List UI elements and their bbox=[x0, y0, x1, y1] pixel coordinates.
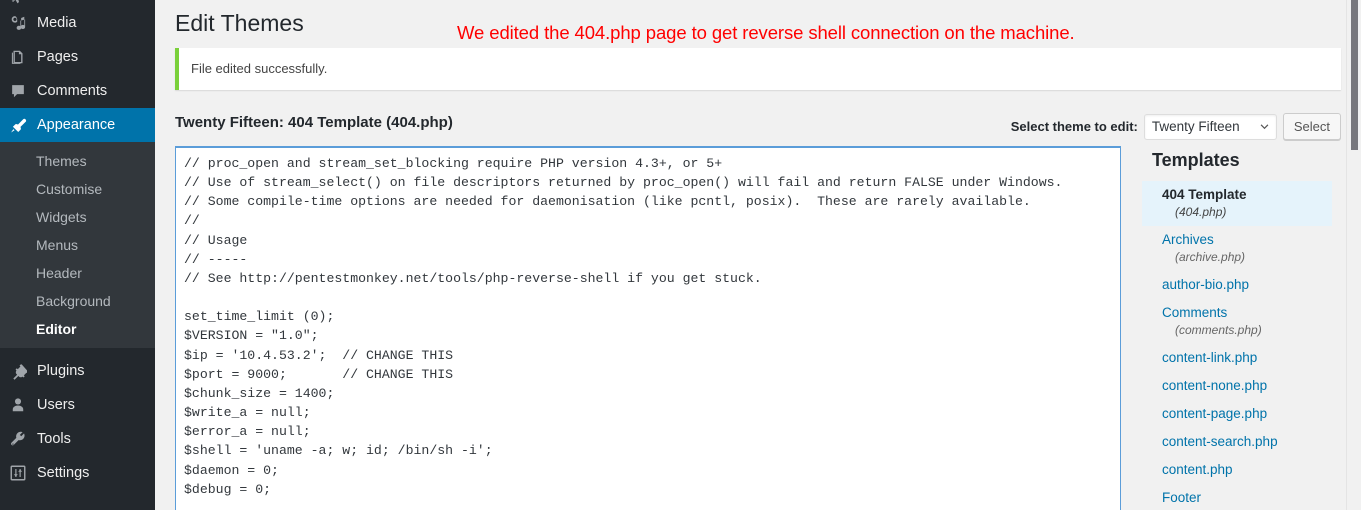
user-icon bbox=[8, 395, 28, 415]
sidebar-item-label-comments: Comments bbox=[37, 83, 108, 99]
template-item-name: content-none.php bbox=[1162, 378, 1268, 393]
sidebar-item-users[interactable]: Users bbox=[0, 388, 155, 422]
template-item-name: content.php bbox=[1162, 462, 1233, 477]
admin-sidebar: Posts Media Pages Comments Appearance bbox=[0, 0, 155, 510]
media-icon bbox=[8, 13, 28, 33]
code-editor-textarea[interactable] bbox=[176, 148, 1120, 510]
template-item-name: content-link.php bbox=[1162, 350, 1258, 365]
sidebar-item-label-plugins: Plugins bbox=[37, 363, 85, 379]
sidebar-item-label-media: Media bbox=[37, 15, 77, 31]
sidebar-item-label-posts: Posts bbox=[37, 0, 73, 4]
submenu-item-widgets[interactable]: Widgets bbox=[0, 203, 155, 231]
sidebar-item-label-tools: Tools bbox=[37, 431, 71, 447]
theme-select-wrapper: Twenty Fifteen bbox=[1143, 113, 1277, 140]
template-item-404[interactable]: 404 Template (404.php) bbox=[1142, 181, 1332, 226]
sidebar-item-plugins[interactable]: Plugins bbox=[0, 354, 155, 388]
sidebar-item-pages[interactable]: Pages bbox=[0, 40, 155, 74]
pages-icon bbox=[8, 47, 28, 67]
template-item-name: content-page.php bbox=[1162, 406, 1268, 421]
submenu-item-customise[interactable]: Customise bbox=[0, 175, 155, 203]
template-item-name: 404 Template bbox=[1162, 187, 1247, 202]
scrollbar-thumb[interactable] bbox=[1351, 0, 1358, 150]
template-item-author-bio[interactable]: author-bio.php bbox=[1152, 271, 1361, 299]
template-item-content-page[interactable]: content-page.php bbox=[1152, 400, 1361, 428]
sidebar-item-label-users: Users bbox=[37, 397, 75, 413]
sidebar-item-media[interactable]: Media bbox=[0, 6, 155, 40]
settings-icon bbox=[8, 463, 28, 483]
sidebar-item-tools[interactable]: Tools bbox=[0, 422, 155, 456]
templates-heading: Templates bbox=[1152, 150, 1240, 170]
template-item-archives[interactable]: Archives (archive.php) bbox=[1152, 226, 1361, 271]
appearance-submenu: Themes Customise Widgets Menus Header Ba… bbox=[0, 142, 155, 348]
template-item-file: (archive.php) bbox=[1175, 250, 1246, 264]
submenu-item-header[interactable]: Header bbox=[0, 259, 155, 287]
success-notice: File edited successfully. bbox=[175, 48, 1341, 90]
template-item-content-none[interactable]: content-none.php bbox=[1152, 372, 1361, 400]
sidebar-item-comments[interactable]: Comments bbox=[0, 74, 155, 108]
template-item-content-link[interactable]: content-link.php bbox=[1152, 344, 1361, 372]
select-theme-button[interactable]: Select bbox=[1282, 113, 1341, 140]
wrench-icon bbox=[8, 429, 28, 449]
submenu-item-editor[interactable]: Editor bbox=[0, 315, 155, 343]
template-item-name: author-bio.php bbox=[1162, 277, 1250, 292]
wordpress-admin-screen: Posts Media Pages Comments Appearance bbox=[0, 0, 1361, 510]
template-item-name: Footer bbox=[1162, 490, 1202, 505]
sidebar-item-label-settings: Settings bbox=[37, 465, 90, 481]
template-item-name: Comments bbox=[1162, 305, 1228, 320]
templates-panel: Templates 404 Template (404.php) Archive… bbox=[1142, 145, 1361, 510]
submenu-item-background[interactable]: Background bbox=[0, 287, 155, 315]
template-item-file: (404.php) bbox=[1175, 205, 1227, 219]
sidebar-item-label-appearance: Appearance bbox=[37, 117, 116, 133]
paintbrush-icon bbox=[8, 115, 28, 135]
templates-list: 404 Template (404.php) Archives (archive… bbox=[1142, 181, 1361, 510]
code-editor-container bbox=[175, 146, 1121, 510]
template-item-name: Archives bbox=[1162, 232, 1214, 247]
main-content: Edit Themes We edited the 404.php page t… bbox=[155, 0, 1361, 510]
comment-icon bbox=[8, 81, 28, 101]
template-item-footer[interactable]: Footer bbox=[1152, 484, 1361, 510]
plugin-icon bbox=[8, 361, 28, 381]
sidebar-item-settings[interactable]: Settings bbox=[0, 456, 155, 490]
submenu-item-themes[interactable]: Themes bbox=[0, 147, 155, 175]
theme-selector-row: Select theme to edit: Twenty Fifteen Sel… bbox=[1011, 113, 1341, 140]
submenu-item-menus[interactable]: Menus bbox=[0, 231, 155, 259]
theme-select[interactable]: Twenty Fifteen bbox=[1143, 113, 1277, 140]
editor-subheading: Twenty Fifteen: 404 Template (404.php) bbox=[175, 113, 453, 131]
theme-select-label: Select theme to edit: bbox=[1010, 119, 1138, 134]
sidebar-item-label-pages: Pages bbox=[37, 49, 79, 65]
template-item-comments[interactable]: Comments (comments.php) bbox=[1152, 299, 1361, 344]
sidebar-item-appearance[interactable]: Appearance bbox=[0, 108, 155, 142]
template-item-content[interactable]: content.php bbox=[1152, 456, 1361, 484]
template-item-file: (comments.php) bbox=[1175, 323, 1262, 337]
template-item-content-search[interactable]: content-search.php bbox=[1152, 428, 1361, 456]
page-scrollbar[interactable] bbox=[1346, 0, 1361, 510]
annotation-text: We edited the 404.php page to get revers… bbox=[457, 22, 1075, 43]
template-item-name: content-search.php bbox=[1162, 434, 1278, 449]
notice-message: File edited successfully. bbox=[191, 61, 328, 76]
